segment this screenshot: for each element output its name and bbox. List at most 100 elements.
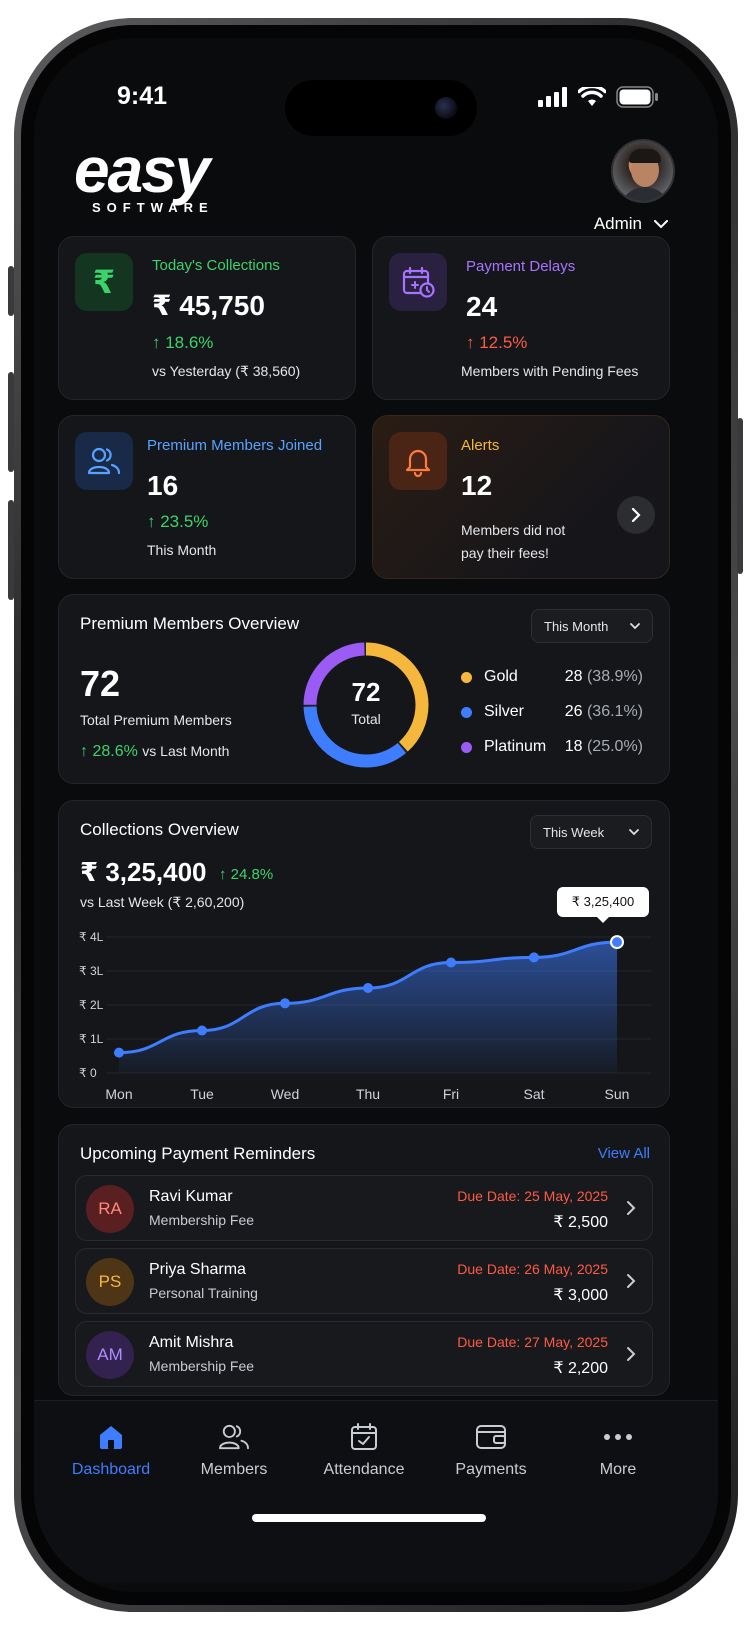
legend-platinum-name: Platinum — [484, 738, 547, 755]
legend-silver: Silver 26 (36.1%) — [461, 703, 643, 721]
alerts-next-button[interactable] — [617, 496, 655, 534]
data-point[interactable] — [363, 983, 373, 993]
wifi-icon — [578, 87, 606, 106]
nav-members[interactable]: Members — [179, 1419, 289, 1479]
legend-silver-count: 26 — [564, 703, 583, 720]
nav-dashboard-label: Dashboard — [71, 1461, 151, 1478]
bottom-navigation: Dashboard Members Attendance Payments Mo… — [34, 1400, 718, 1582]
alerts-value: 12 — [461, 470, 493, 501]
home-indicator[interactable] — [252, 1514, 486, 1522]
home-icon — [56, 1419, 166, 1455]
legend-platinum-pct: (25.0%) — [586, 738, 643, 755]
reminder-item[interactable]: RA Ravi Kumar Membership Fee Due Date: 2… — [75, 1175, 653, 1241]
volume-down-button — [8, 500, 14, 600]
reminder-item[interactable]: AM Amit Mishra Membership Fee Due Date: … — [75, 1321, 653, 1387]
data-point[interactable] — [197, 1025, 207, 1036]
reminder-amount: ₹ 3,000 — [553, 1287, 608, 1304]
overview-period-dropdown[interactable]: This Month — [531, 609, 653, 643]
legend-silver-value: 26 (36.1%) — [565, 703, 643, 721]
bell-icon — [389, 432, 447, 490]
nav-payments-label: Payments — [455, 1461, 527, 1478]
legend-platinum-dot — [461, 741, 472, 753]
user-avatar[interactable] — [611, 139, 675, 203]
data-point[interactable] — [610, 935, 624, 950]
alerts-sub-1: Members did not — [461, 522, 566, 538]
data-point[interactable] — [446, 957, 456, 968]
legend-gold: Gold 28 (38.9%) — [461, 668, 643, 686]
more-dots-icon — [563, 1419, 673, 1455]
data-point[interactable] — [529, 952, 539, 963]
y-tick-label: ₹ 2L — [79, 998, 104, 1012]
user-menu[interactable]: Admin — [594, 214, 668, 234]
chevron-down-icon — [630, 622, 640, 629]
nav-more[interactable]: More — [563, 1419, 673, 1479]
dynamic-island — [285, 80, 477, 136]
data-point[interactable] — [280, 998, 290, 1009]
overview-change: ↑ 28.6% — [80, 743, 138, 760]
nav-attendance[interactable]: Attendance — [309, 1419, 419, 1479]
collections-overview-card: Collections Overview This Week ₹ 3,25,40… — [58, 800, 670, 1108]
nav-dashboard[interactable]: Dashboard — [56, 1419, 166, 1479]
legend-gold-pct: (38.9%) — [586, 668, 643, 685]
reminder-item[interactable]: PS Priya Sharma Personal Training Due Da… — [75, 1248, 653, 1314]
x-tick-label: Fri — [443, 1086, 459, 1102]
collections-area-chart: ₹ 0 ₹ 1L ₹ 2L ₹ 3L ₹ 4L Mon Tue Wed Thu Fri Sat Sun — [79, 930, 651, 1102]
status-icons — [538, 86, 658, 108]
premium-change: ↑ 23.5% — [147, 512, 209, 531]
users-icon — [75, 432, 133, 490]
calendar-check-icon — [309, 1419, 419, 1455]
delays-change: ↑ 12.5% — [466, 333, 528, 352]
payment-reminders-card: Upcoming Payment Reminders View All RA R… — [58, 1124, 670, 1396]
tooltip-pointer — [597, 917, 609, 923]
nav-members-label: Members — [200, 1461, 268, 1478]
rupee-icon: ₹ — [75, 253, 133, 311]
legend-platinum: Platinum 18 (25.0%) — [461, 738, 643, 756]
chevron-down-icon — [654, 219, 668, 228]
overview-title: Premium Members Overview — [80, 614, 300, 633]
reminder-avatar: RA — [86, 1185, 134, 1233]
users-icon — [179, 1419, 289, 1455]
reminders-title: Upcoming Payment Reminders — [80, 1144, 316, 1163]
wallet-icon — [436, 1419, 546, 1455]
reminder-type: Personal Training — [149, 1285, 258, 1301]
data-point[interactable] — [114, 1047, 124, 1058]
chevron-right-icon — [627, 1347, 636, 1361]
collections-title: Today's Collections — [152, 257, 280, 274]
reminder-name: Ravi Kumar — [149, 1188, 233, 1205]
legend-gold-name: Gold — [484, 668, 518, 685]
donut-center-label: Total — [351, 711, 381, 727]
alerts-title: Alerts — [461, 437, 500, 454]
app-screen: 9:41 easy SOFTWARE Admin ₹ Today's Colle… — [34, 38, 718, 1592]
collections-period-dropdown[interactable]: This Week — [530, 815, 652, 849]
delays-value: 24 — [466, 291, 498, 322]
x-tick-label: Thu — [356, 1086, 380, 1102]
payment-delays-card[interactable]: Payment Delays 24 ↑ 12.5% Members with P… — [372, 236, 670, 400]
x-tick-label: Sun — [605, 1086, 630, 1102]
status-bar: 9:41 — [34, 38, 718, 136]
overview-change-label: vs Last Month — [142, 743, 230, 759]
nav-payments[interactable]: Payments — [436, 1419, 546, 1479]
premium-title: Premium Members Joined — [147, 437, 323, 454]
alerts-card[interactable]: Alerts 12 Members did not pay their fees… — [372, 415, 670, 579]
cellular-signal-icon — [538, 87, 567, 107]
legend-gold-dot — [461, 671, 472, 683]
delays-title: Payment Delays — [466, 258, 576, 275]
y-tick-label: ₹ 3L — [79, 964, 104, 978]
chart-tooltip: ₹ 3,25,400 — [557, 887, 649, 923]
chart-tooltip-value: ₹ 3,25,400 — [571, 894, 635, 909]
reminder-avatar: AM — [86, 1331, 134, 1379]
legend-platinum-count: 18 — [564, 738, 583, 755]
legend-silver-name: Silver — [484, 703, 525, 720]
legend-silver-pct: (36.1%) — [586, 703, 643, 720]
collections-sub: vs Yesterday (₹ 38,560) — [152, 363, 301, 379]
x-tick-label: Tue — [190, 1086, 214, 1102]
reminder-name: Amit Mishra — [149, 1334, 234, 1351]
premium-joined-card[interactable]: Premium Members Joined 16 ↑ 23.5% This M… — [58, 415, 356, 579]
avatar-hair — [629, 149, 661, 163]
overview-period-label: This Month — [544, 618, 609, 634]
todays-collections-card[interactable]: ₹ Today's Collections ₹ 45,750 ↑ 18.6% v… — [58, 236, 356, 400]
y-tick-label: ₹ 1L — [79, 1032, 104, 1046]
collections-period-label: This Week — [543, 824, 605, 840]
legend-gold-value: 28 (38.9%) — [565, 668, 643, 686]
view-all-link[interactable]: View All — [598, 1145, 650, 1162]
